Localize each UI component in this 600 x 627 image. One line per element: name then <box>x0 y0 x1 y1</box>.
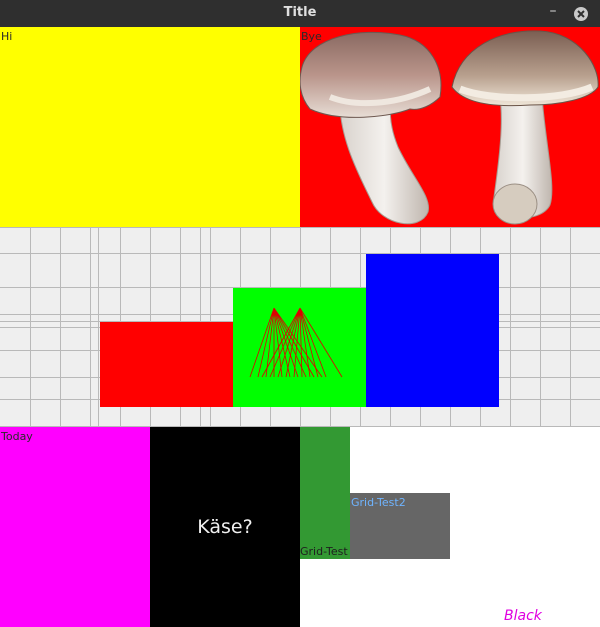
grid-test-label: Grid-Test <box>300 545 348 558</box>
mushrooms-image <box>299 30 599 225</box>
window-title: Title <box>283 5 317 20</box>
bar-grid <box>0 227 600 427</box>
today-label: Today <box>1 430 33 443</box>
black-label: Black <box>504 608 542 624</box>
grid-test2-label: Grid-Test2 <box>351 496 406 509</box>
yellow-panel <box>0 27 300 227</box>
window-titlebar[interactable]: Title – <box>0 0 600 27</box>
mushroom-image-panel <box>299 27 600 227</box>
blue-bar <box>366 254 499 407</box>
magenta-panel <box>0 427 150 627</box>
green-bar <box>233 288 366 407</box>
red-bar <box>100 322 233 407</box>
minimize-icon[interactable]: – <box>546 4 560 20</box>
grid-panel <box>0 227 600 427</box>
hi-label: Hi <box>1 30 13 43</box>
bye-label: Bye <box>301 30 322 43</box>
kase-label: Käse? <box>197 516 253 538</box>
dark-green-panel <box>300 427 350 559</box>
close-icon[interactable] <box>573 6 589 22</box>
